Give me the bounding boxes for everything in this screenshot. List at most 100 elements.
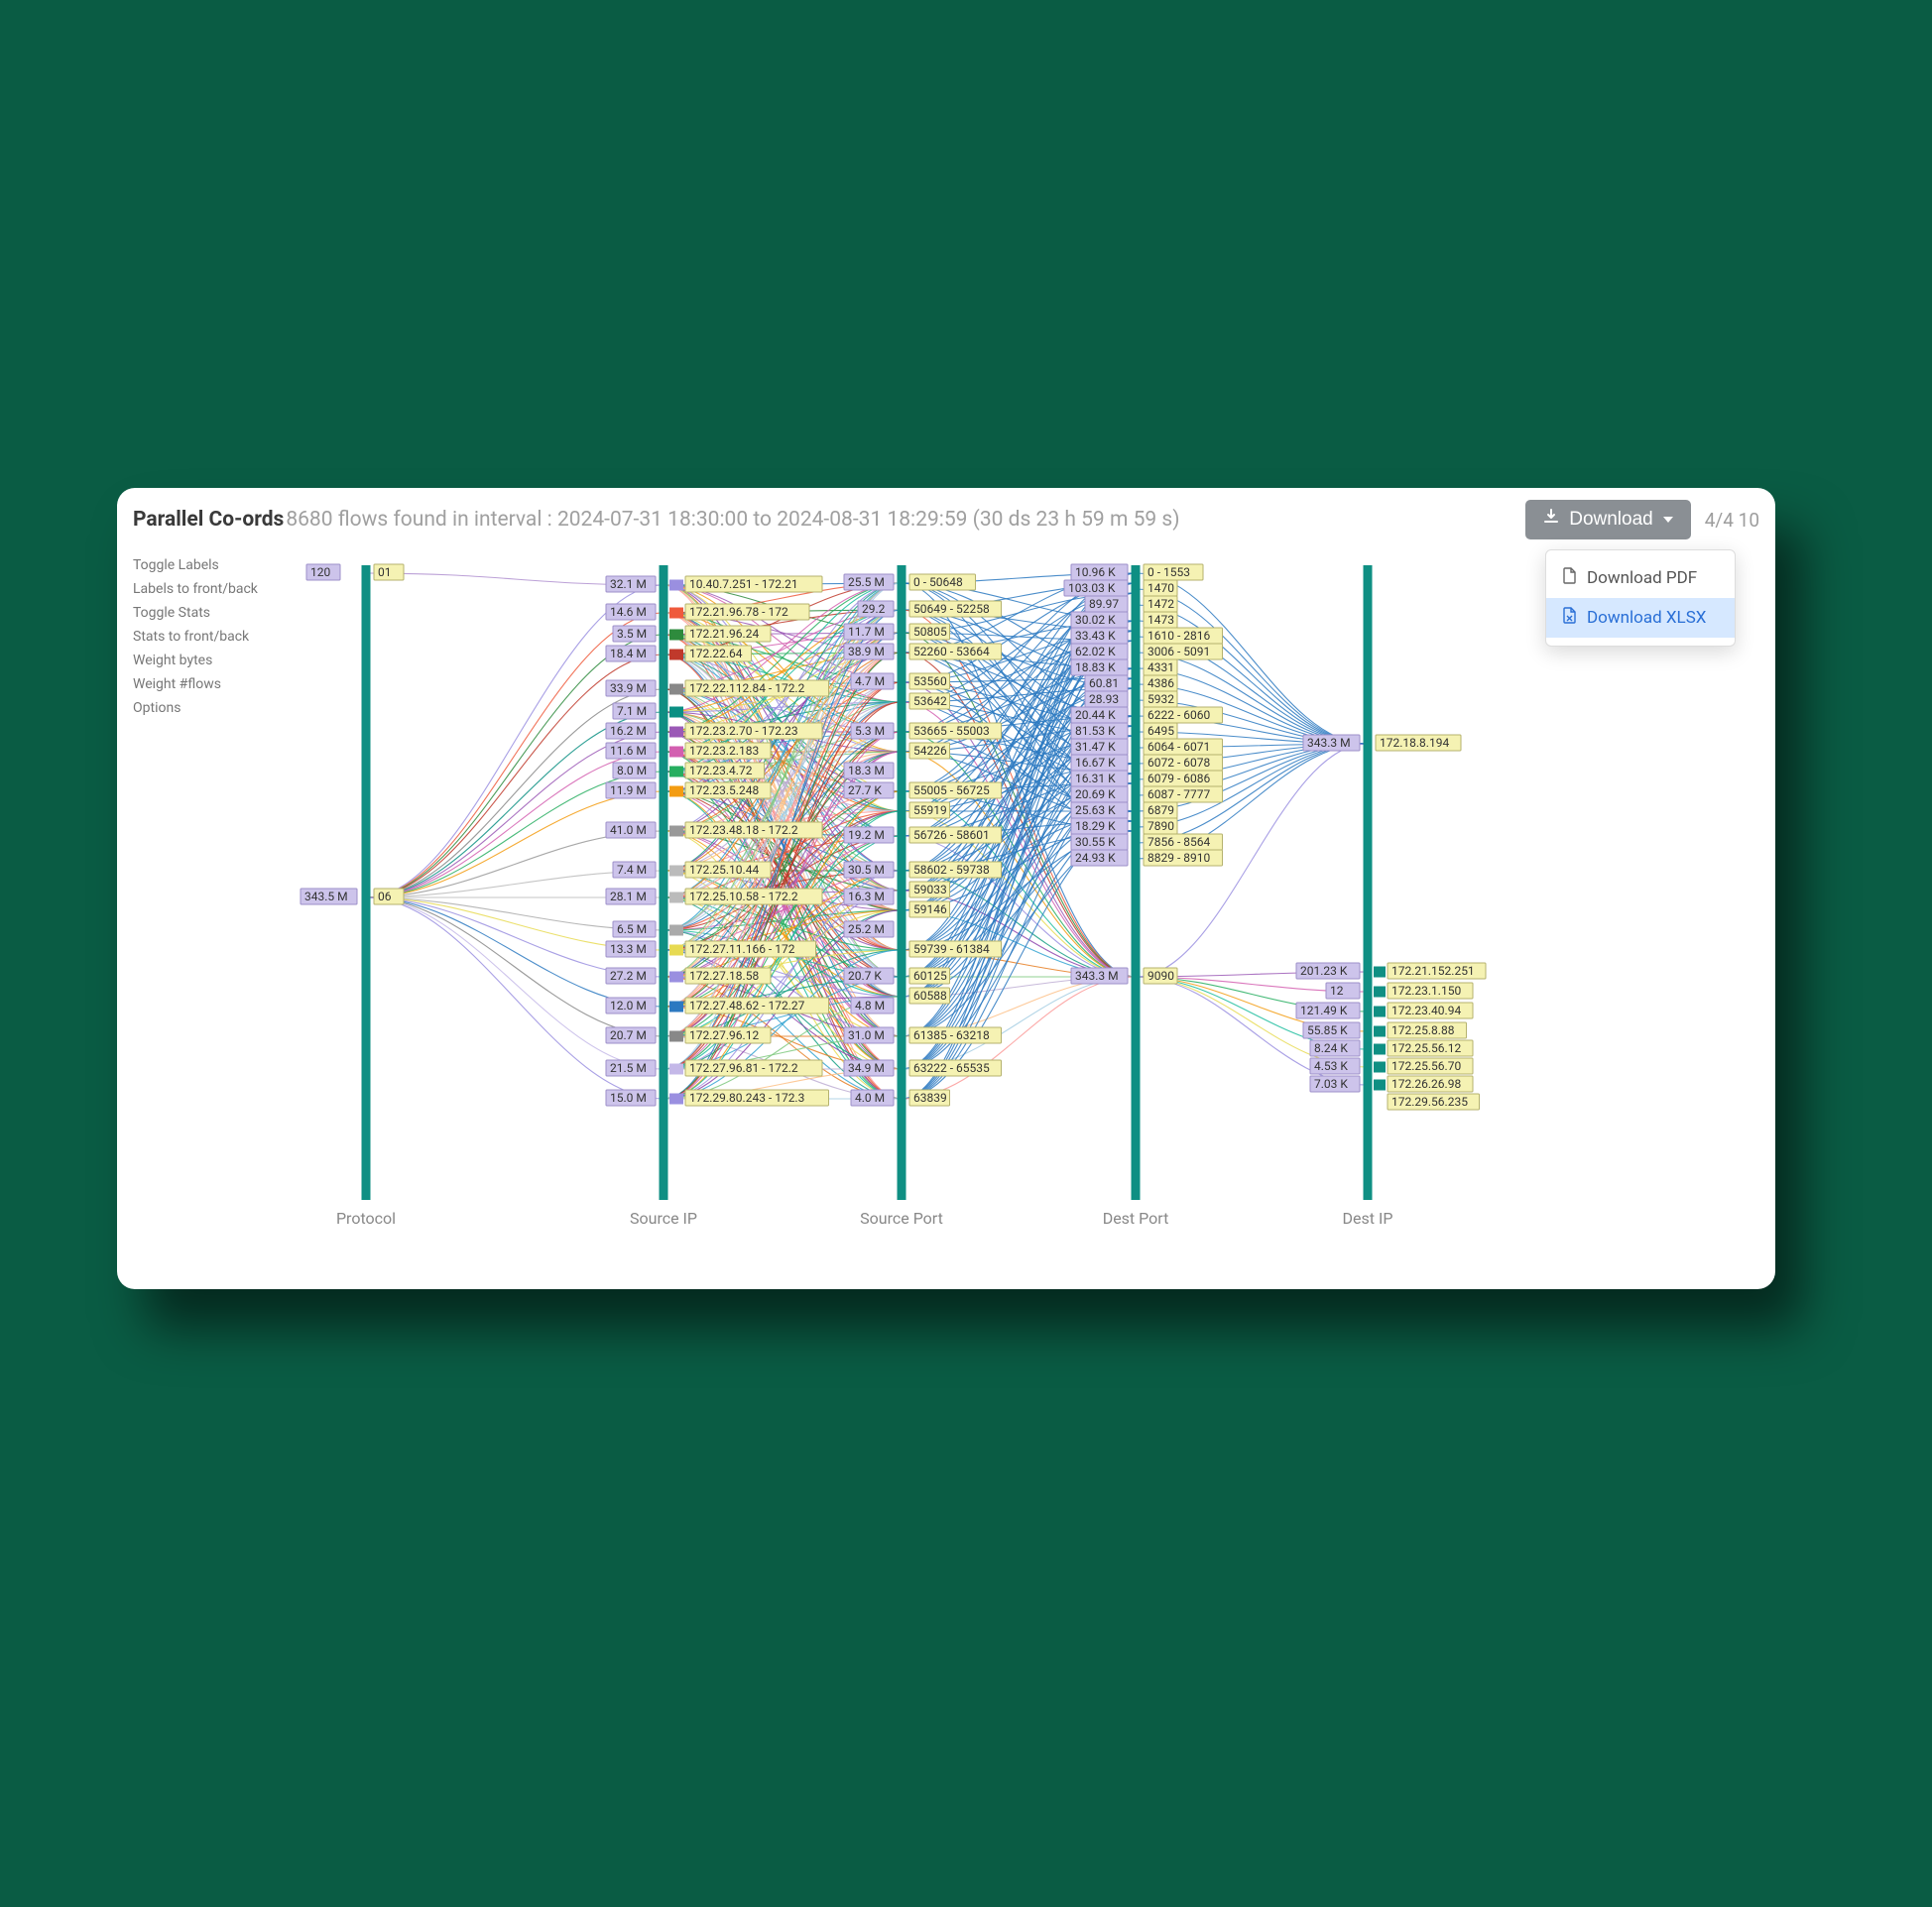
svg-text:58602 - 59738: 58602 - 59738 — [913, 863, 990, 877]
download-button[interactable]: Download — [1525, 500, 1691, 539]
svg-text:59033: 59033 — [913, 883, 947, 896]
svg-text:4.53 K: 4.53 K — [1314, 1059, 1348, 1073]
svg-text:13.3 M: 13.3 M — [610, 942, 647, 956]
svg-text:89.97: 89.97 — [1089, 597, 1119, 611]
svg-text:172.25.10.58 - 172.2: 172.25.10.58 - 172.2 — [689, 890, 798, 903]
svg-text:15.0 M: 15.0 M — [610, 1091, 647, 1105]
svg-text:172.23.40.94: 172.23.40.94 — [1391, 1004, 1461, 1017]
download-xlsx-item[interactable]: Download XLSX — [1546, 598, 1735, 638]
svg-text:38.9 M: 38.9 M — [848, 645, 885, 658]
svg-text:53642: 53642 — [913, 694, 947, 708]
svg-text:16.2 M: 16.2 M — [610, 724, 647, 738]
svg-text:20.69 K: 20.69 K — [1075, 787, 1116, 801]
svg-text:18.29 K: 18.29 K — [1075, 819, 1116, 833]
svg-text:6222 - 6060: 6222 - 6060 — [1147, 708, 1210, 722]
svg-text:50649 - 52258: 50649 - 52258 — [913, 602, 990, 616]
svg-text:6879: 6879 — [1147, 803, 1174, 817]
svg-text:19.2 M: 19.2 M — [848, 828, 885, 842]
download-icon — [1543, 509, 1559, 531]
svg-text:01: 01 — [378, 565, 392, 579]
svg-text:0 - 50648: 0 - 50648 — [913, 575, 963, 589]
svg-text:28.93: 28.93 — [1089, 692, 1119, 706]
svg-text:16.3 M: 16.3 M — [848, 890, 885, 903]
page-subtitle: 8680 flows found in interval : 2024-07-3… — [286, 508, 1179, 532]
parallel-coords-plot[interactable]: ProtocolSource IPSource PortDest PortDes… — [133, 547, 1759, 1277]
svg-text:55.85 K: 55.85 K — [1307, 1023, 1348, 1037]
svg-text:11.7 M: 11.7 M — [848, 625, 885, 639]
svg-text:18.83 K: 18.83 K — [1075, 660, 1116, 674]
svg-text:343.5 M: 343.5 M — [304, 890, 348, 903]
svg-text:11.9 M: 11.9 M — [610, 783, 647, 797]
xlsx-icon — [1562, 607, 1577, 629]
svg-text:172.22.112.84 - 172.2: 172.22.112.84 - 172.2 — [689, 681, 805, 695]
svg-text:7.03 K: 7.03 K — [1314, 1077, 1348, 1091]
svg-text:24.93 K: 24.93 K — [1075, 851, 1116, 865]
svg-text:27.2 M: 27.2 M — [610, 969, 647, 983]
axis-label: Protocol — [336, 1209, 396, 1228]
svg-text:33.43 K: 33.43 K — [1075, 629, 1116, 643]
svg-text:62.02 K: 62.02 K — [1075, 645, 1116, 658]
svg-text:10.40.7.251 - 172.21: 10.40.7.251 - 172.21 — [689, 577, 798, 591]
svg-text:31.47 K: 31.47 K — [1075, 740, 1116, 754]
parallel-coords-svg[interactable]: ProtocolSource IPSource PortDest PortDes… — [133, 547, 1759, 1277]
svg-text:55919: 55919 — [913, 803, 947, 817]
page-title: Parallel Co-ords — [133, 508, 284, 532]
svg-text:25.5 M: 25.5 M — [848, 575, 885, 589]
app-window: Parallel Co-ords 8680 flows found in int… — [117, 488, 1775, 1289]
svg-text:7856 - 8564: 7856 - 8564 — [1147, 835, 1210, 849]
svg-text:172.27.96.81 - 172.2: 172.27.96.81 - 172.2 — [689, 1061, 798, 1075]
svg-text:29.2: 29.2 — [862, 602, 886, 616]
svg-text:41.0 M: 41.0 M — [610, 823, 647, 837]
svg-text:16.31 K: 16.31 K — [1075, 772, 1116, 785]
svg-text:52260 - 53664: 52260 - 53664 — [913, 645, 990, 658]
svg-text:53665 - 55003: 53665 - 55003 — [913, 724, 990, 738]
svg-text:54226: 54226 — [913, 744, 947, 758]
svg-text:63839: 63839 — [913, 1091, 947, 1105]
svg-text:60588: 60588 — [913, 989, 947, 1003]
svg-text:172.26.26.98: 172.26.26.98 — [1391, 1077, 1461, 1091]
svg-text:103.03 K: 103.03 K — [1068, 581, 1116, 595]
svg-text:0 - 1553: 0 - 1553 — [1147, 565, 1190, 579]
svg-text:172.29.56.235: 172.29.56.235 — [1391, 1095, 1468, 1109]
svg-text:172.23.2.183: 172.23.2.183 — [689, 744, 759, 758]
svg-text:30.02 K: 30.02 K — [1075, 613, 1116, 627]
pdf-icon — [1562, 567, 1577, 589]
svg-text:3.5 M: 3.5 M — [617, 627, 647, 641]
svg-text:20.7 K: 20.7 K — [848, 969, 882, 983]
svg-text:172.25.8.88: 172.25.8.88 — [1391, 1023, 1455, 1037]
svg-text:172.29.80.243 - 172.3: 172.29.80.243 - 172.3 — [689, 1091, 804, 1105]
svg-text:4.7 M: 4.7 M — [855, 674, 885, 688]
svg-text:6064 - 6071: 6064 - 6071 — [1147, 740, 1210, 754]
svg-text:121.49 K: 121.49 K — [1300, 1004, 1348, 1017]
svg-text:172.27.48.62 - 172.27: 172.27.48.62 - 172.27 — [689, 999, 805, 1013]
svg-text:343.3 M: 343.3 M — [1307, 736, 1351, 750]
svg-text:172.23.5.248: 172.23.5.248 — [689, 783, 759, 797]
svg-text:18.3 M: 18.3 M — [848, 764, 885, 777]
svg-text:8.0 M: 8.0 M — [617, 764, 647, 777]
axis-label: Dest IP — [1343, 1209, 1393, 1228]
download-pdf-label: Download PDF — [1587, 568, 1697, 588]
svg-text:7890: 7890 — [1147, 819, 1174, 833]
svg-text:1473: 1473 — [1147, 613, 1174, 627]
svg-text:172.27.96.12: 172.27.96.12 — [689, 1028, 759, 1042]
download-pdf-item[interactable]: Download PDF — [1546, 558, 1735, 598]
svg-text:60.81: 60.81 — [1089, 676, 1119, 690]
svg-text:81.53 K: 81.53 K — [1075, 724, 1116, 738]
svg-text:32.1 M: 32.1 M — [610, 577, 647, 591]
svg-text:59146: 59146 — [913, 902, 947, 916]
download-xlsx-label: Download XLSX — [1587, 608, 1706, 628]
svg-text:12: 12 — [1330, 984, 1344, 998]
svg-text:34.9 M: 34.9 M — [848, 1061, 885, 1075]
chevron-down-icon — [1663, 517, 1673, 523]
svg-text:6.5 M: 6.5 M — [617, 922, 647, 936]
svg-text:1472: 1472 — [1147, 597, 1174, 611]
svg-text:18.4 M: 18.4 M — [610, 647, 647, 660]
svg-text:8.24 K: 8.24 K — [1314, 1041, 1348, 1055]
svg-text:343.3 M: 343.3 M — [1075, 969, 1119, 983]
pager: 4/4 10 — [1705, 509, 1759, 532]
svg-text:30.5 M: 30.5 M — [848, 863, 885, 877]
svg-text:120: 120 — [310, 565, 330, 579]
svg-text:5932: 5932 — [1147, 692, 1174, 706]
download-label: Download — [1569, 509, 1653, 531]
svg-text:172.27.11.166 - 172: 172.27.11.166 - 172 — [689, 942, 795, 956]
